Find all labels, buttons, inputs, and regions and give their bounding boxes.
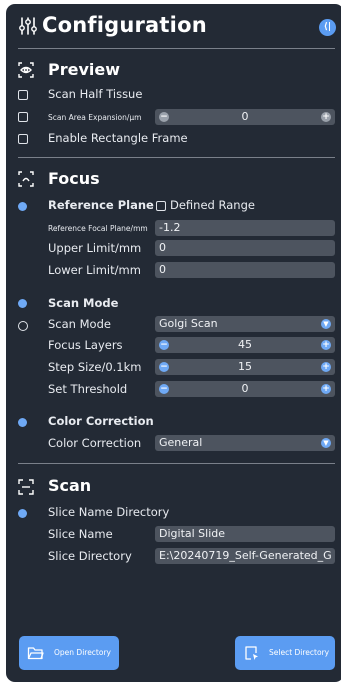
chevron-down-icon: ▼ (321, 319, 331, 329)
increment-button[interactable]: + (321, 384, 331, 394)
scan-mode-value: Golgi Scan (159, 317, 218, 330)
scan-mode-select[interactable]: Golgi Scan ▼ (155, 316, 335, 332)
increment-button[interactable]: + (321, 362, 331, 372)
reference-plane-label: Reference Plane (48, 198, 154, 212)
scan-mode-label: Scan Mode (48, 317, 111, 331)
defined-range-label: Defined Range (170, 198, 255, 212)
divider (18, 48, 335, 49)
page-title: Configuration (42, 13, 207, 37)
upper-limit-label: Upper Limit/mm (48, 241, 142, 255)
scan-area-expansion-value: 0 (241, 110, 249, 123)
section-title-preview: Preview (48, 60, 121, 79)
sliders-icon (19, 17, 37, 35)
chevron-down-icon: ▼ (321, 438, 331, 448)
reference-focal-plane-input[interactable]: -1.2 (155, 220, 335, 236)
set-threshold-stepper[interactable]: − 0 + (155, 381, 335, 397)
color-correction-indicator (18, 418, 27, 427)
section-title-scan: Scan (48, 476, 92, 495)
increment-button[interactable]: + (321, 112, 331, 122)
focus-layers-stepper[interactable]: − 45 + (155, 337, 335, 353)
open-directory-button[interactable]: Open Directory (19, 636, 119, 670)
scan-mode-indicator (18, 299, 27, 308)
panel-header: Configuration ⟨| (6, 4, 341, 50)
focus-layers-label: Focus Layers (48, 338, 123, 352)
slice-name-input[interactable]: Digital Slide (155, 526, 335, 542)
slice-directory-label: Slice Directory (48, 549, 132, 563)
section-title-focus: Focus (48, 169, 100, 188)
step-size-stepper[interactable]: − 15 + (155, 359, 335, 375)
color-correction-header: Color Correction (48, 414, 154, 428)
folder-icon (27, 647, 44, 660)
collapse-panel-button[interactable]: ⟨| (319, 19, 336, 36)
focus-layers-value: 45 (238, 338, 252, 351)
scan-area-expansion-label: Scan Area Expansion/μm (48, 113, 142, 122)
reference-focal-plane-label: Reference Focal Plane/mm (48, 224, 148, 233)
step-size-label: Step Size/0.1km (48, 360, 142, 374)
divider (18, 157, 335, 158)
set-threshold-value: 0 (241, 382, 249, 395)
upper-limit-input[interactable]: 0 (155, 240, 335, 256)
open-directory-label: Open Directory (54, 648, 111, 657)
enable-rectangle-frame-label: Enable Rectangle Frame (48, 131, 188, 145)
scan-mode-header: Scan Mode (48, 296, 119, 310)
scan-area-expansion-stepper[interactable]: − 0 + (155, 109, 335, 125)
enable-rectangle-frame-checkbox[interactable] (18, 134, 28, 144)
set-threshold-label: Set Threshold (48, 382, 128, 396)
defined-range-checkbox[interactable] (156, 201, 166, 211)
color-correction-label: Color Correction (48, 436, 142, 450)
scan-frame-icon (18, 479, 34, 495)
select-directory-label: Select Directory (269, 648, 330, 657)
reference-plane-indicator (18, 202, 27, 211)
color-correction-select[interactable]: General ▼ (155, 435, 335, 451)
focus-icon (18, 171, 34, 187)
scan-half-tissue-label: Scan Half Tissue (48, 87, 143, 101)
slice-name-directory-label: Slice Name Directory (48, 505, 170, 519)
slice-directory-input[interactable]: E:\20240719_Self-Generated_G (155, 548, 335, 564)
step-size-value: 15 (238, 360, 252, 373)
select-directory-button[interactable]: Select Directory (235, 636, 335, 670)
color-correction-value: General (159, 436, 203, 449)
scan-mode-radio[interactable] (18, 321, 28, 331)
slice-name-label: Slice Name (48, 527, 113, 541)
select-folder-icon (245, 646, 258, 660)
lower-limit-label: Lower Limit/mm (48, 263, 141, 277)
slice-name-directory-indicator (18, 509, 27, 518)
increment-button[interactable]: + (321, 340, 331, 350)
scan-half-tissue-checkbox[interactable] (18, 90, 28, 100)
scan-area-expansion-checkbox[interactable] (18, 112, 28, 122)
lower-limit-input[interactable]: 0 (155, 262, 335, 278)
configuration-panel: Configuration ⟨| Preview Scan Half Tissu… (6, 4, 341, 682)
divider (18, 463, 335, 464)
eye-icon (18, 62, 34, 78)
